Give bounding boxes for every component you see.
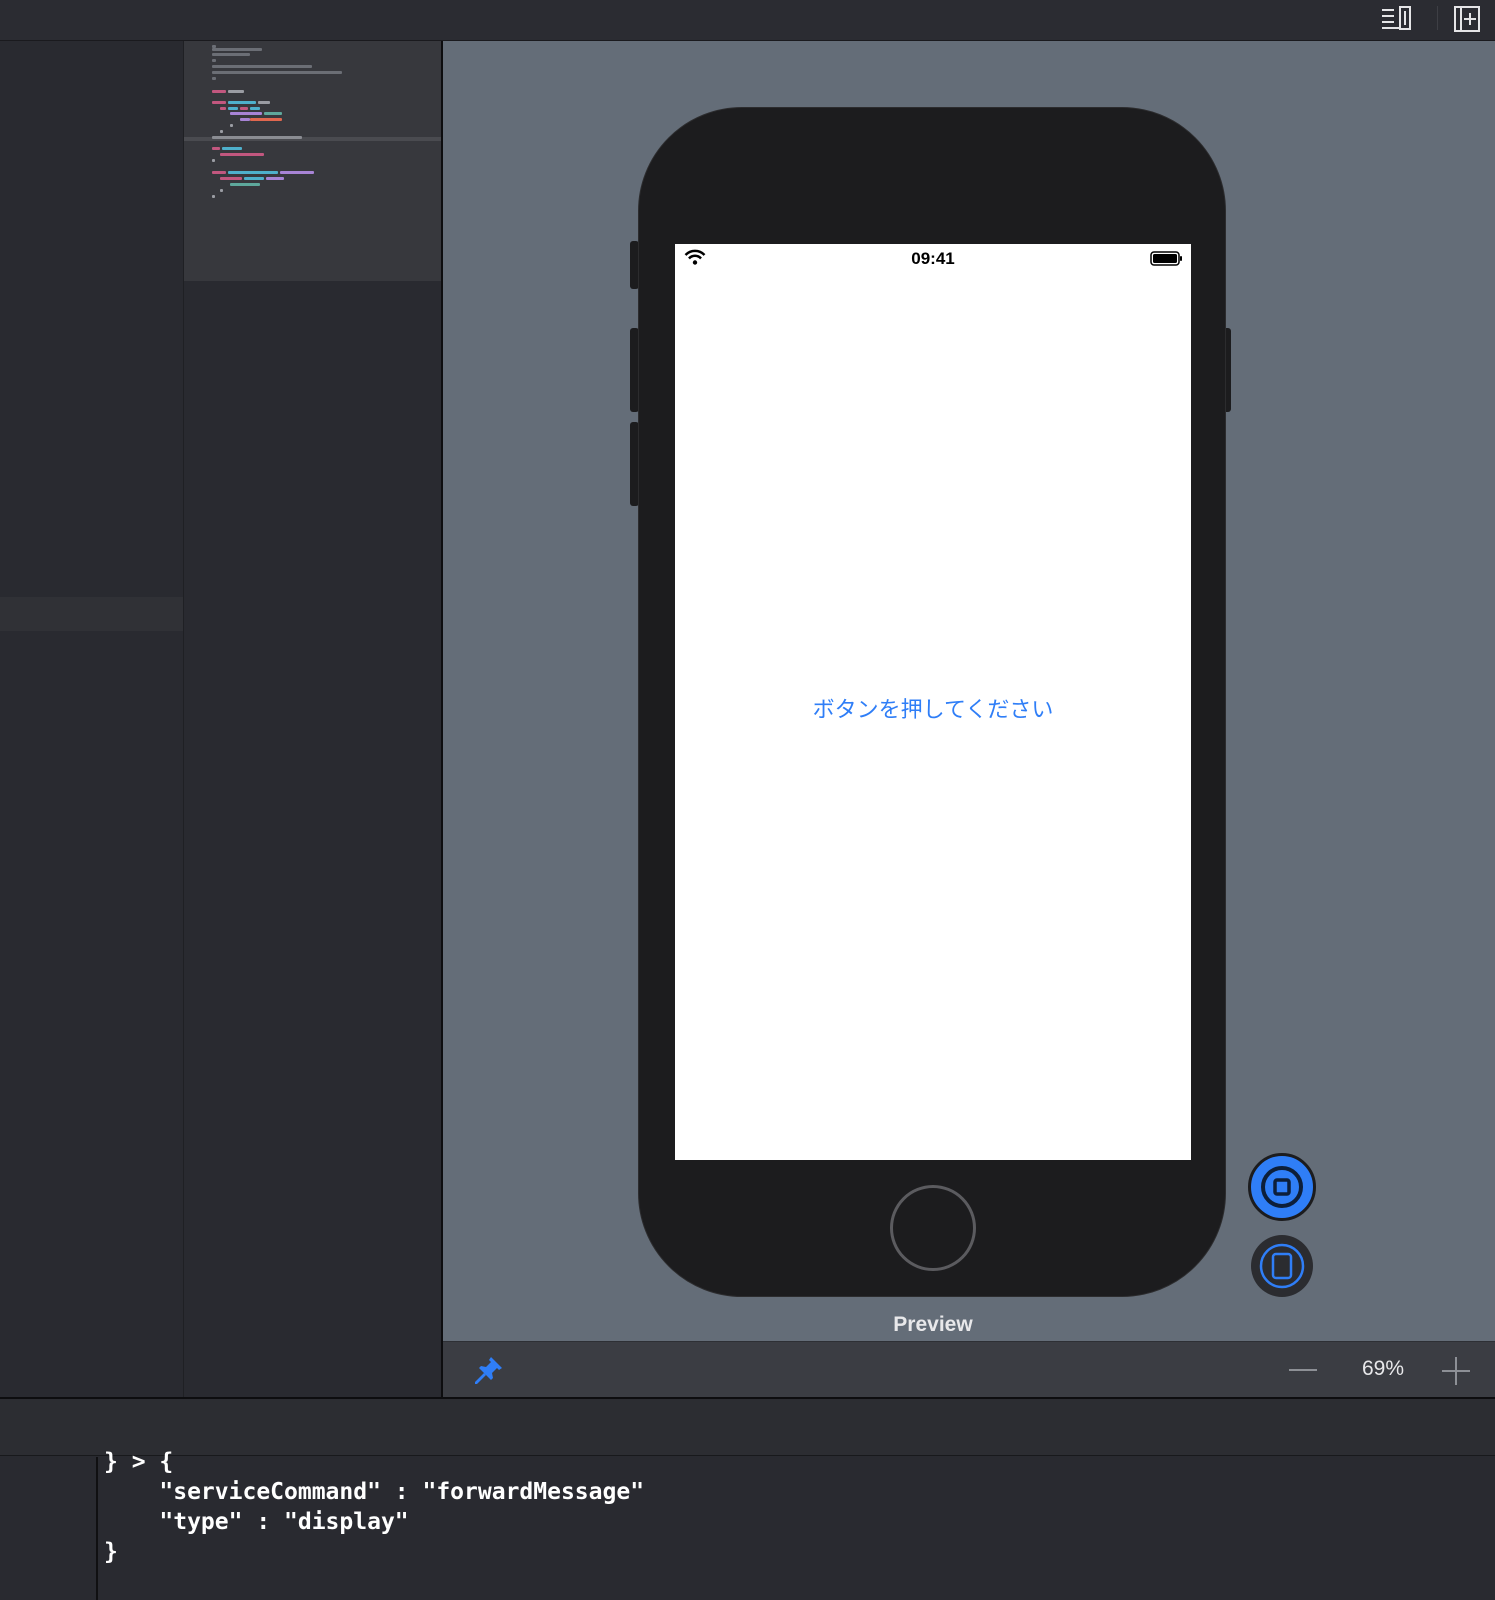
minimap-line bbox=[212, 71, 342, 74]
iphone-device-frame: 09:41 ボタンを押してください bbox=[638, 107, 1226, 1297]
minimap-line bbox=[250, 107, 260, 110]
minimap-line bbox=[230, 112, 262, 115]
minimap-line bbox=[212, 136, 302, 139]
live-preview-icon[interactable] bbox=[1248, 1153, 1316, 1221]
minimap-line bbox=[222, 147, 242, 150]
minimap-line bbox=[212, 48, 262, 51]
minimap-line bbox=[230, 183, 260, 186]
minimap-line bbox=[244, 177, 264, 180]
status-bar-time: 09:41 bbox=[911, 249, 955, 268]
code-editor[interactable] bbox=[184, 41, 442, 1397]
minimap-line bbox=[212, 159, 215, 162]
minimap-line bbox=[212, 59, 216, 62]
console-line: } > { bbox=[104, 1449, 174, 1475]
pin-icon[interactable] bbox=[473, 1354, 505, 1386]
plus-icon[interactable] bbox=[1441, 1356, 1471, 1386]
console-line: "serviceCommand" : "forwardMessage" bbox=[104, 1479, 645, 1505]
simulator-screen[interactable]: 09:41 ボタンを押してください bbox=[675, 244, 1191, 1160]
debug-console[interactable]: } > { "serviceCommand" : "forwardMessage… bbox=[0, 1449, 1495, 1600]
minimap-line bbox=[230, 124, 233, 127]
minimap-line bbox=[212, 90, 226, 93]
minimap-line bbox=[228, 107, 238, 110]
minimap[interactable] bbox=[184, 41, 442, 281]
add-library-icon[interactable] bbox=[1452, 4, 1486, 34]
minimap-line bbox=[264, 112, 282, 115]
console-line: "type" : "display" bbox=[104, 1509, 409, 1535]
minimap-line bbox=[228, 171, 278, 174]
minimap-line bbox=[220, 153, 264, 156]
minimap-line bbox=[220, 177, 242, 180]
minimap-line bbox=[250, 118, 282, 121]
minimap-line bbox=[240, 118, 250, 121]
minus-icon[interactable] bbox=[1288, 1356, 1318, 1384]
minimap-line bbox=[212, 195, 215, 198]
console-line: } bbox=[104, 1539, 118, 1565]
minimap-line bbox=[228, 101, 256, 104]
minimap-line bbox=[212, 65, 312, 68]
minimap-line bbox=[220, 130, 223, 133]
battery-icon bbox=[1150, 251, 1183, 266]
variables-view[interactable] bbox=[0, 1457, 98, 1600]
minimap-line bbox=[212, 171, 226, 174]
minimap-line bbox=[212, 53, 250, 56]
minimap-line bbox=[212, 147, 220, 150]
window-toolbar bbox=[0, 0, 1495, 41]
minimap-line bbox=[220, 189, 223, 192]
project-navigator[interactable] bbox=[0, 41, 183, 1397]
minimap-line bbox=[220, 107, 226, 110]
minimap-line bbox=[266, 177, 284, 180]
preview-canvas[interactable]: 09:41 ボタンを押してください Preview bbox=[443, 41, 1495, 1341]
editor-options-icon[interactable] bbox=[1380, 4, 1414, 34]
home-button[interactable] bbox=[890, 1185, 976, 1271]
canvas-bottom-toolbar: 69% bbox=[443, 1341, 1495, 1397]
press-button[interactable]: ボタンを押してください bbox=[675, 692, 1191, 724]
zoom-level: 69% bbox=[1361, 1357, 1405, 1380]
preview-title: Preview bbox=[893, 1313, 973, 1336]
minimap-line bbox=[280, 171, 314, 174]
minimap-line bbox=[212, 77, 216, 80]
toolbar-separator bbox=[1437, 6, 1438, 30]
minimap-line bbox=[258, 101, 270, 104]
minimap-line bbox=[228, 90, 244, 93]
minimap-line bbox=[212, 101, 226, 104]
console-output[interactable]: } > { "serviceCommand" : "forwardMessage… bbox=[104, 1447, 644, 1567]
minimap-line bbox=[240, 107, 248, 110]
run-on-device-icon[interactable] bbox=[1251, 1235, 1313, 1297]
selected-navigator-row[interactable] bbox=[0, 597, 183, 631]
